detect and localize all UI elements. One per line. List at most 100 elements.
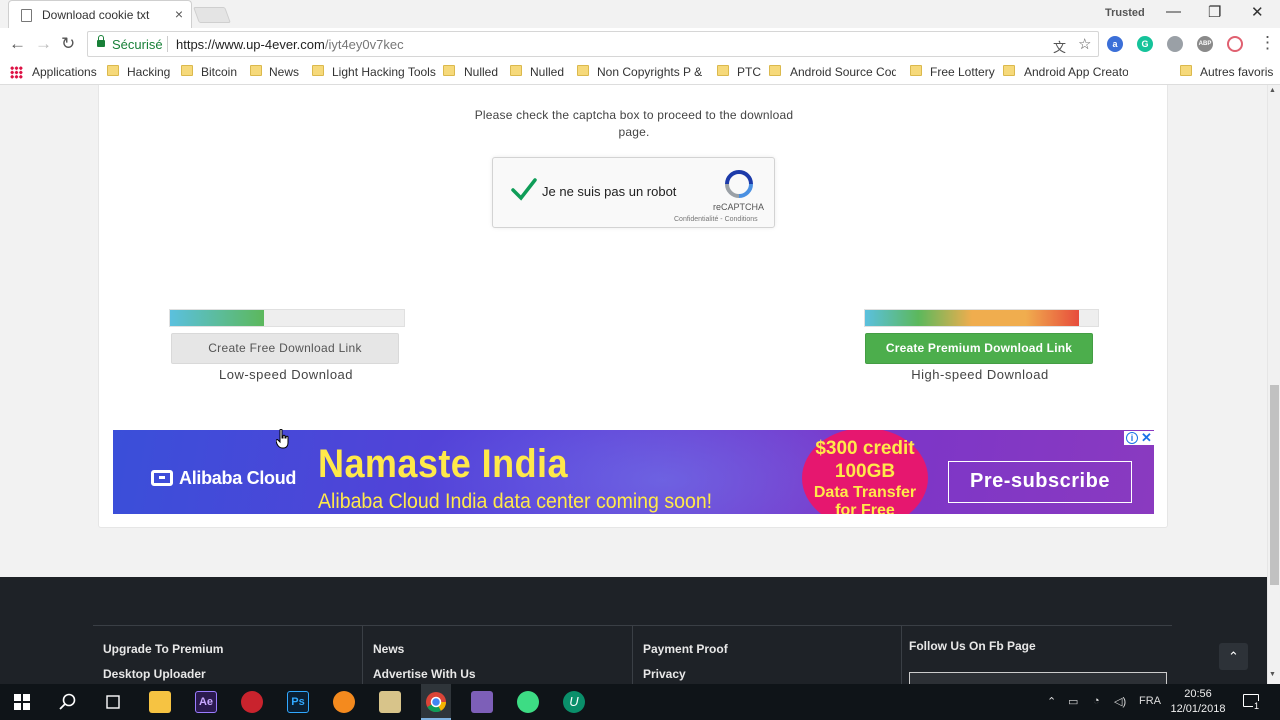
bookmark-nulled-2[interactable]: Nulled (530, 65, 564, 79)
minimize-icon[interactable]: — (1166, 3, 1181, 20)
task-view-icon[interactable] (104, 694, 122, 710)
tab-close-icon[interactable]: × (175, 6, 183, 22)
folder-icon (107, 65, 119, 76)
back-to-top-button[interactable]: ⌃ (1219, 643, 1248, 670)
ad-offer-transfer: Data Transfer (813, 484, 917, 501)
winrar-icon[interactable] (471, 691, 493, 713)
ad-banner[interactable]: Alibaba Cloud Namaste India Alibaba Clou… (113, 430, 1154, 514)
scroll-down-icon[interactable]: ▼ (1269, 671, 1276, 678)
notifications-icon[interactable]: 1 (1243, 694, 1261, 711)
create-premium-download-link-button[interactable]: Create Premium Download Link (865, 333, 1093, 364)
ad-info-icon[interactable]: i (1126, 432, 1138, 444)
captcha-instruction: Please check the captcha box to proceed … (474, 108, 794, 139)
forward-icon[interactable]: → (35, 34, 52, 54)
fb-page-widget[interactable] (909, 672, 1167, 684)
search-icon[interactable] (59, 693, 77, 711)
folder-icon (250, 65, 262, 76)
extension-gray-icon[interactable] (1167, 36, 1183, 52)
bookmark-nulled[interactable]: Nulled (464, 65, 498, 79)
battery-icon[interactable]: ▭ (1068, 695, 1078, 708)
bookmark-non-copyrights[interactable]: Non Copyrights P & (597, 65, 703, 79)
bookmark-other-favorites[interactable]: Autres favoris (1200, 65, 1273, 79)
bookmark-free-lottery[interactable]: Free Lottery (930, 65, 995, 79)
pre-subscribe-button[interactable]: Pre-subscribe (948, 461, 1132, 503)
footer-desktop-uploader-link[interactable]: Desktop Uploader (103, 667, 206, 681)
red-app-icon[interactable] (241, 691, 263, 713)
bookmark-applications[interactable]: Applications (32, 65, 97, 79)
windows-start-icon[interactable] (14, 694, 30, 710)
ad-close-icon[interactable]: ✕ (1141, 430, 1152, 446)
bookmark-android-app-creator[interactable]: Android App Creator (1024, 65, 1128, 79)
address-bar[interactable]: Sécurisé https://www.up-4ever.com/iyt4ey… (87, 31, 1099, 57)
bookmark-news[interactable]: News (269, 65, 299, 79)
clock-date: 12/01/2018 (1170, 703, 1226, 715)
ad-choices[interactable]: i ✕ (1124, 430, 1154, 446)
footer-news-link[interactable]: News (373, 642, 404, 656)
back-icon[interactable]: ← (9, 34, 26, 54)
bookmark-ptc[interactable]: PTC (737, 65, 761, 79)
extension-a-icon[interactable]: a (1107, 36, 1123, 52)
adblock-plus-icon[interactable]: ABP (1197, 36, 1213, 52)
clock-time: 20:56 (1184, 688, 1212, 700)
photoshop-icon[interactable]: Ps (287, 691, 309, 713)
divider (362, 625, 363, 684)
android-studio-icon[interactable] (517, 691, 539, 713)
folder-icon (510, 65, 522, 76)
divider (167, 36, 168, 52)
apps-grid-icon[interactable] (10, 66, 23, 79)
bookmark-hacking[interactable]: Hacking (127, 65, 170, 79)
url-text: https://www.up-4ever.com/iyt4ey0v7kec (176, 37, 404, 52)
recaptcha-links[interactable]: Confidentialité - Conditions (674, 216, 758, 223)
extension-red-icon[interactable] (1227, 36, 1243, 52)
reload-icon[interactable]: ↻ (61, 34, 75, 54)
upwork-icon[interactable]: U (563, 691, 585, 713)
premium-speed-fill (865, 310, 1080, 326)
create-free-download-link-button[interactable]: Create Free Download Link (171, 333, 399, 364)
recaptcha-widget[interactable]: Je ne suis pas un robot reCAPTCHA Confid… (492, 157, 775, 228)
wifi-icon[interactable]: ◔ (1093, 695, 1100, 707)
recaptcha-brand: reCAPTCHA (713, 202, 765, 212)
bookmark-android-source-code[interactable]: Android Source Code (790, 65, 896, 79)
bookmark-light-hacking-tools[interactable]: Light Hacking Tools (332, 65, 436, 79)
ad-offer-free: for Free (835, 502, 895, 514)
new-tab-button[interactable] (193, 7, 231, 23)
mouse-cursor-icon (276, 429, 289, 449)
scroll-thumb[interactable] (1270, 385, 1279, 585)
file-explorer-icon[interactable] (149, 691, 171, 713)
ad-offer-data: 100GB (834, 461, 896, 482)
folder-icon (181, 65, 193, 76)
ad-subline: Alibaba Cloud India data center coming s… (318, 490, 713, 513)
browser-toolbar: ← → ↻ Sécurisé https://www.up-4ever.com/… (0, 28, 1280, 60)
page-viewport: Please check the captcha box to proceed … (0, 85, 1267, 684)
folder-app-icon[interactable] (379, 691, 401, 713)
bookmark-bitcoin[interactable]: Bitcoin (201, 65, 237, 79)
footer-advertise-link[interactable]: Advertise With Us (373, 667, 476, 681)
language-indicator[interactable]: FRA (1139, 695, 1161, 707)
url-host: https://www.up-4ever.com (176, 37, 325, 52)
grammarly-icon[interactable]: G (1137, 36, 1153, 52)
premium-speed-bar (864, 309, 1099, 327)
translate-icon[interactable]: 文 (1053, 37, 1066, 56)
footer-upgrade-premium-link[interactable]: Upgrade To Premium (103, 642, 223, 656)
browser-tab[interactable]: Download cookie txt × (8, 0, 192, 28)
notification-count: 1 (1253, 701, 1261, 711)
volume-icon[interactable]: ◁) (1114, 695, 1126, 708)
low-speed-label: Low-speed Download (218, 367, 354, 382)
scroll-up-icon[interactable]: ▲ (1269, 87, 1276, 94)
restore-icon[interactable]: ❐ (1208, 3, 1221, 21)
chrome-icon[interactable] (425, 691, 447, 713)
checkmark-icon[interactable] (510, 175, 538, 203)
folder-icon (1180, 65, 1192, 76)
page-scrollbar[interactable]: ▲ ▼ (1267, 85, 1280, 684)
bookmark-star-icon[interactable]: ☆ (1078, 35, 1091, 53)
window-close-icon[interactable]: ✕ (1251, 3, 1264, 21)
windows-taskbar: Ae Ps U ⌃ ▭ ◔ ◁) FRA 20:56 12/01/2018 1 (0, 684, 1280, 720)
show-hidden-icons[interactable]: ⌃ (1047, 695, 1056, 708)
orange-app-icon[interactable] (333, 691, 355, 713)
footer-privacy-link[interactable]: Privacy (643, 667, 686, 681)
menu-icon[interactable]: ⋮ (1259, 33, 1276, 53)
footer-payment-proof-link[interactable]: Payment Proof (643, 642, 728, 656)
after-effects-icon[interactable]: Ae (195, 691, 217, 713)
folder-icon (910, 65, 922, 76)
system-clock[interactable]: 20:56 12/01/2018 (1170, 687, 1226, 717)
